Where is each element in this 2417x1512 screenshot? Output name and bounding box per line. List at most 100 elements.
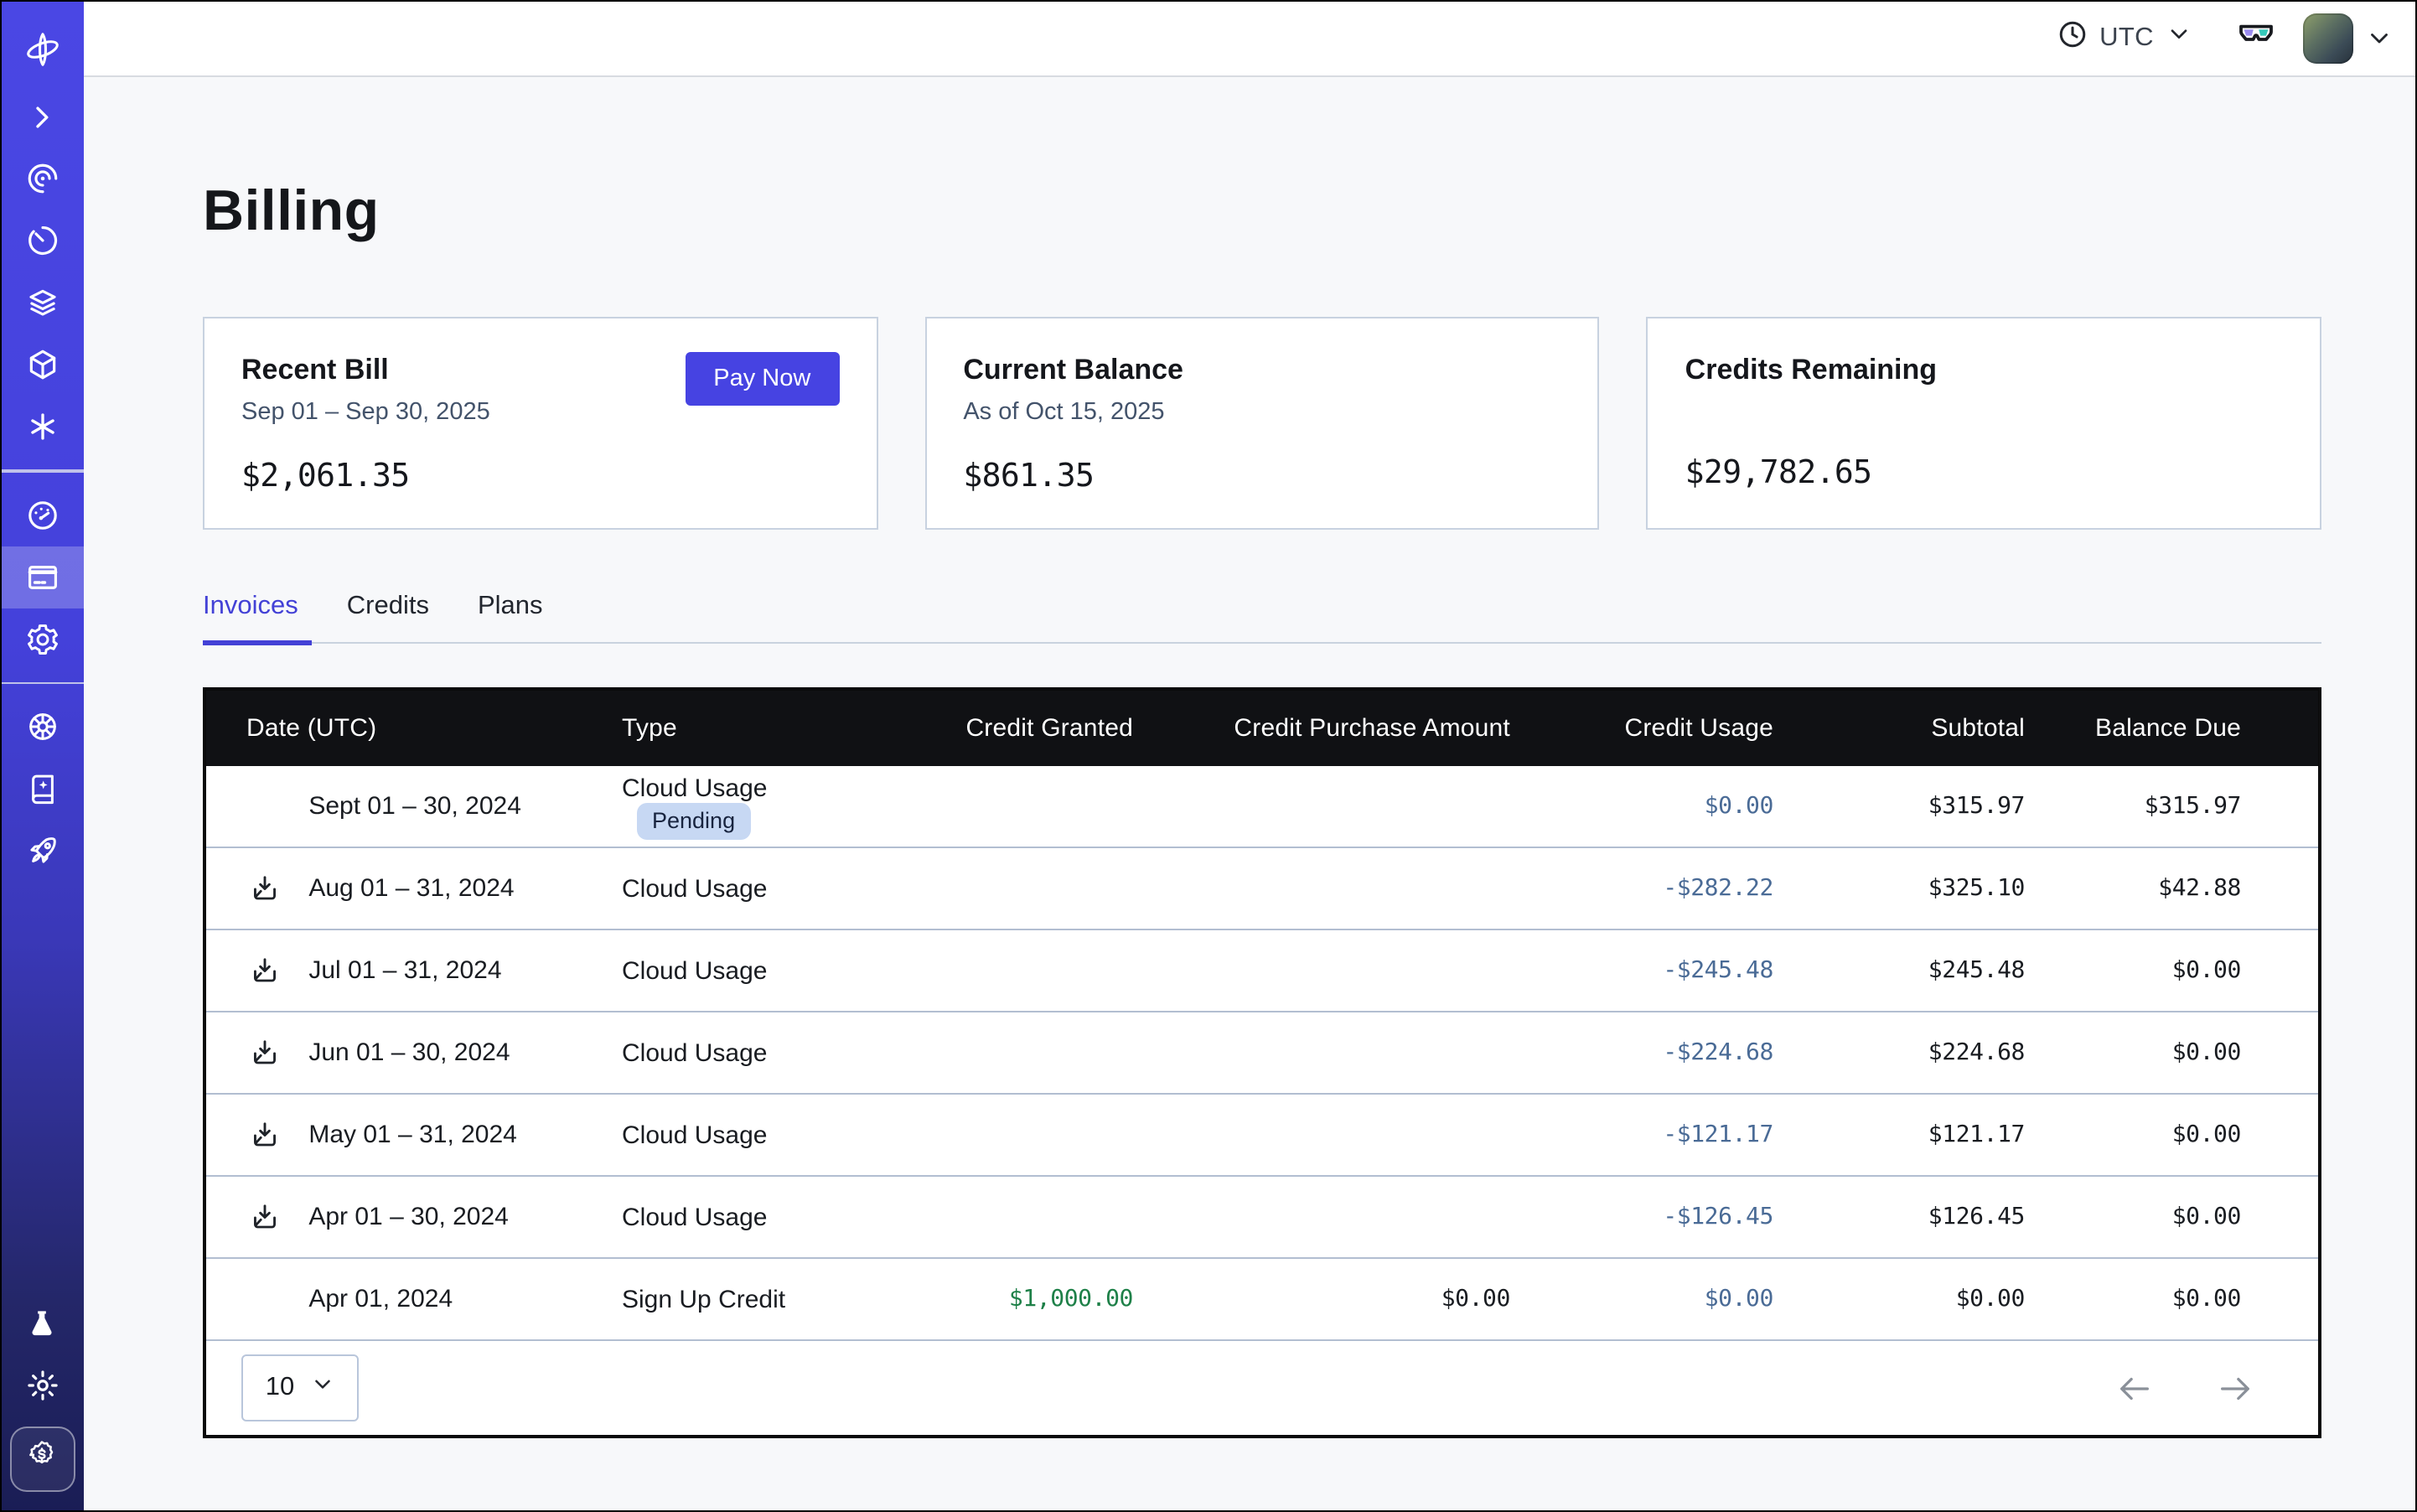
invoice-date-cell: Apr 01, 2024 (206, 1259, 622, 1340)
tab-invoices[interactable]: Invoices (203, 592, 312, 645)
chevron-down-icon (2365, 23, 2394, 52)
download-invoice-button[interactable] (250, 1121, 302, 1151)
download-icon (250, 1121, 280, 1151)
invoice-type-cell: Cloud Usage (622, 1012, 888, 1095)
pricing-button[interactable] (9, 1427, 75, 1492)
credit-usage-value: -$282.22 (1510, 848, 1773, 930)
clock-icon (2056, 18, 2088, 58)
column-header-date: Date (UTC) (206, 691, 622, 767)
balance-as-of: As of Oct 15, 2025 (963, 399, 1560, 426)
invoice-date: Jul 01 – 31, 2024 (308, 957, 501, 986)
sidebar-item-usage[interactable] (0, 484, 84, 546)
invoice-type: Cloud Usage (622, 1121, 767, 1150)
logo-icon (23, 30, 61, 69)
subtotal-value: $315.97 (1773, 767, 2025, 848)
download-invoice-button (250, 1285, 302, 1315)
sidebar-divider (0, 469, 84, 472)
sidebar-item-settings[interactable] (0, 608, 84, 670)
timezone-selector[interactable]: UTC (2056, 18, 2192, 58)
sidebar-expand-button[interactable] (0, 85, 84, 148)
sidebar-item-labs[interactable] (0, 1292, 84, 1354)
invoice-type: Cloud Usage (622, 1204, 767, 1232)
invoice-row: Sept 01 – 30, 2024 Cloud Usage Pending $… (206, 767, 2318, 848)
next-page-button[interactable] (2216, 1370, 2254, 1408)
tab-plans[interactable]: Plans (478, 592, 556, 645)
download-invoice-button (250, 792, 302, 822)
sidebar-item-billing[interactable] (0, 546, 84, 608)
invoice-date-cell: Sept 01 – 30, 2024 (206, 767, 622, 848)
credit-granted-value (888, 930, 1133, 1012)
invoice-date: May 01 – 31, 2024 (308, 1121, 517, 1150)
brightness-icon (24, 1368, 60, 1403)
sidebar-item-functions[interactable] (0, 396, 84, 458)
column-header-subtotal: Subtotal (1773, 691, 2025, 767)
sidebar-divider (0, 681, 84, 684)
view-mode-button[interactable] (2236, 13, 2276, 62)
sidebar-item-fleet[interactable] (0, 696, 84, 758)
tab-credits[interactable]: Credits (347, 592, 443, 645)
credit-granted-value (888, 1177, 1133, 1259)
history-icon (24, 223, 60, 258)
download-invoice-button[interactable] (250, 1203, 302, 1233)
page-size-select[interactable]: 10 (241, 1355, 359, 1422)
download-invoice-button[interactable] (250, 956, 302, 986)
invoice-row: Jul 01 – 31, 2024 Cloud Usage -$245.48 $… (206, 930, 2318, 1012)
chevron-down-icon (309, 1372, 334, 1406)
invoice-row: Jun 01 – 30, 2024 Cloud Usage -$224.68 $… (206, 1012, 2318, 1095)
card-title: Credits Remaining (1685, 354, 2283, 387)
credit-granted-value (888, 1012, 1133, 1095)
page-title: Billing (203, 178, 2321, 246)
credit-purchase-value: $0.00 (1133, 1259, 1510, 1340)
subtotal-value: $224.68 (1773, 1012, 2025, 1095)
sidebar-bottom-group (0, 1292, 84, 1492)
credit-usage-value: $0.00 (1510, 1259, 1773, 1340)
observe-icon (24, 161, 60, 196)
credit-granted-value (888, 1095, 1133, 1177)
app-window: UTC Billing Recent Bill Sep 01 – Sep 30,… (0, 0, 2417, 1512)
invoice-date-cell: Aug 01 – 31, 2024 (206, 848, 622, 930)
credit-usage-value: -$121.17 (1510, 1095, 1773, 1177)
sidebar-item-cube[interactable] (0, 334, 84, 396)
balance-due-value: $0.00 (2025, 1177, 2318, 1259)
column-header-credit-purchase: Credit Purchase Amount (1133, 691, 1510, 767)
sidebar (0, 0, 84, 1512)
credit-granted-value: $1,000.00 (888, 1259, 1133, 1340)
previous-page-button[interactable] (2115, 1370, 2154, 1408)
credit-usage-value: -$126.45 (1510, 1177, 1773, 1259)
invoice-type: Cloud Usage (622, 957, 767, 986)
user-avatar[interactable] (2303, 13, 2353, 63)
invoice-date-cell: Jun 01 – 30, 2024 (206, 1012, 622, 1095)
pagination-arrows (2115, 1370, 2254, 1408)
invoice-type: Cloud Usage (622, 774, 767, 802)
sidebar-item-getting-started[interactable] (0, 820, 84, 882)
sidebar-item-layers[interactable] (0, 272, 84, 334)
user-menu-button[interactable] (2365, 23, 2394, 52)
current-balance-amount: $861.35 (963, 458, 1560, 495)
sidebar-item-observe[interactable] (0, 148, 84, 210)
download-icon (250, 874, 280, 904)
cube-icon (24, 347, 60, 382)
balance-due-value: $42.88 (2025, 848, 2318, 930)
docs-book-icon (24, 771, 60, 806)
subtotal-value: $245.48 (1773, 930, 2025, 1012)
sidebar-item-history[interactable] (0, 210, 84, 272)
summary-cards: Recent Bill Sep 01 – Sep 30, 2025 $2,061… (203, 317, 2321, 530)
asterisk-icon (24, 409, 60, 444)
billing-card-icon (24, 559, 60, 594)
sidebar-item-docs[interactable] (0, 758, 84, 820)
credit-usage-value: $0.00 (1510, 767, 1773, 848)
usage-gauge-icon (24, 497, 60, 532)
chevron-down-icon (2166, 20, 2192, 55)
subtotal-value: $126.45 (1773, 1177, 2025, 1259)
subtotal-value: $121.17 (1773, 1095, 2025, 1177)
column-header-credit-usage: Credit Usage (1510, 691, 1773, 767)
pay-now-button[interactable]: Pay Now (685, 352, 839, 406)
balance-due-value: $315.97 (2025, 767, 2318, 848)
download-invoice-button[interactable] (250, 1038, 302, 1069)
pricing-badge-icon (25, 1438, 59, 1480)
app-logo[interactable] (0, 18, 84, 80)
download-invoice-button[interactable] (250, 874, 302, 904)
invoice-date: Apr 01 – 30, 2024 (308, 1204, 509, 1232)
sidebar-item-theme[interactable] (0, 1354, 84, 1416)
credit-purchase-value (1133, 930, 1510, 1012)
